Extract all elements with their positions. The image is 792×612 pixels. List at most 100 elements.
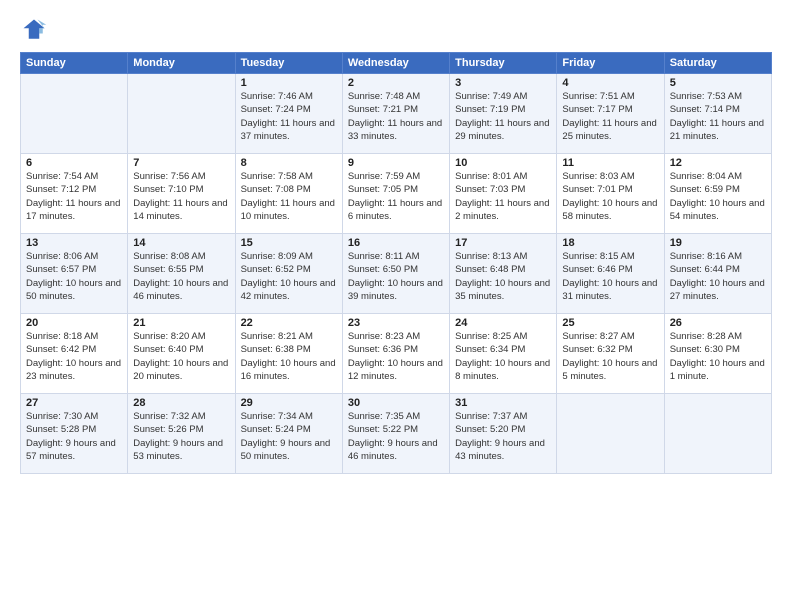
day-cell: 13Sunrise: 8:06 AMSunset: 6:57 PMDayligh… [21,234,128,314]
day-cell [128,74,235,154]
day-number: 14 [133,237,229,249]
day-number: 16 [348,237,444,249]
day-info: Sunrise: 8:13 AMSunset: 6:48 PMDaylight:… [455,250,551,303]
day-info: Sunrise: 8:04 AMSunset: 6:59 PMDaylight:… [670,170,766,223]
column-header-wednesday: Wednesday [342,53,449,74]
day-number: 22 [241,317,337,329]
day-number: 8 [241,157,337,169]
day-info: Sunrise: 7:32 AMSunset: 5:26 PMDaylight:… [133,410,229,463]
week-row-1: 1Sunrise: 7:46 AMSunset: 7:24 PMDaylight… [21,74,772,154]
day-cell: 27Sunrise: 7:30 AMSunset: 5:28 PMDayligh… [21,394,128,474]
day-number: 20 [26,317,122,329]
column-header-tuesday: Tuesday [235,53,342,74]
day-number: 18 [562,237,658,249]
day-number: 24 [455,317,551,329]
week-row-3: 13Sunrise: 8:06 AMSunset: 6:57 PMDayligh… [21,234,772,314]
week-row-5: 27Sunrise: 7:30 AMSunset: 5:28 PMDayligh… [21,394,772,474]
day-number: 21 [133,317,229,329]
day-cell: 22Sunrise: 8:21 AMSunset: 6:38 PMDayligh… [235,314,342,394]
day-cell [21,74,128,154]
day-cell [664,394,771,474]
day-cell: 20Sunrise: 8:18 AMSunset: 6:42 PMDayligh… [21,314,128,394]
day-info: Sunrise: 8:21 AMSunset: 6:38 PMDaylight:… [241,330,337,383]
day-info: Sunrise: 8:23 AMSunset: 6:36 PMDaylight:… [348,330,444,383]
day-cell: 19Sunrise: 8:16 AMSunset: 6:44 PMDayligh… [664,234,771,314]
day-info: Sunrise: 8:16 AMSunset: 6:44 PMDaylight:… [670,250,766,303]
day-info: Sunrise: 8:11 AMSunset: 6:50 PMDaylight:… [348,250,444,303]
day-info: Sunrise: 7:48 AMSunset: 7:21 PMDaylight:… [348,90,444,143]
day-number: 23 [348,317,444,329]
day-cell: 16Sunrise: 8:11 AMSunset: 6:50 PMDayligh… [342,234,449,314]
day-cell: 1Sunrise: 7:46 AMSunset: 7:24 PMDaylight… [235,74,342,154]
day-cell [557,394,664,474]
day-number: 13 [26,237,122,249]
day-number: 5 [670,77,766,89]
day-number: 7 [133,157,229,169]
day-cell: 14Sunrise: 8:08 AMSunset: 6:55 PMDayligh… [128,234,235,314]
day-cell: 8Sunrise: 7:58 AMSunset: 7:08 PMDaylight… [235,154,342,234]
day-cell: 7Sunrise: 7:56 AMSunset: 7:10 PMDaylight… [128,154,235,234]
day-info: Sunrise: 8:01 AMSunset: 7:03 PMDaylight:… [455,170,551,223]
day-cell: 21Sunrise: 8:20 AMSunset: 6:40 PMDayligh… [128,314,235,394]
day-number: 31 [455,397,551,409]
day-number: 25 [562,317,658,329]
day-info: Sunrise: 8:28 AMSunset: 6:30 PMDaylight:… [670,330,766,383]
day-cell: 28Sunrise: 7:32 AMSunset: 5:26 PMDayligh… [128,394,235,474]
day-number: 26 [670,317,766,329]
day-cell: 3Sunrise: 7:49 AMSunset: 7:19 PMDaylight… [450,74,557,154]
header [20,16,772,44]
day-info: Sunrise: 7:56 AMSunset: 7:10 PMDaylight:… [133,170,229,223]
day-info: Sunrise: 8:27 AMSunset: 6:32 PMDaylight:… [562,330,658,383]
column-header-saturday: Saturday [664,53,771,74]
day-cell: 15Sunrise: 8:09 AMSunset: 6:52 PMDayligh… [235,234,342,314]
day-number: 11 [562,157,658,169]
day-cell: 12Sunrise: 8:04 AMSunset: 6:59 PMDayligh… [664,154,771,234]
day-info: Sunrise: 8:18 AMSunset: 6:42 PMDaylight:… [26,330,122,383]
day-info: Sunrise: 7:49 AMSunset: 7:19 PMDaylight:… [455,90,551,143]
column-header-monday: Monday [128,53,235,74]
day-info: Sunrise: 8:06 AMSunset: 6:57 PMDaylight:… [26,250,122,303]
day-number: 9 [348,157,444,169]
week-row-4: 20Sunrise: 8:18 AMSunset: 6:42 PMDayligh… [21,314,772,394]
day-info: Sunrise: 7:58 AMSunset: 7:08 PMDaylight:… [241,170,337,223]
day-info: Sunrise: 8:20 AMSunset: 6:40 PMDaylight:… [133,330,229,383]
day-info: Sunrise: 7:37 AMSunset: 5:20 PMDaylight:… [455,410,551,463]
day-number: 10 [455,157,551,169]
day-number: 30 [348,397,444,409]
day-number: 17 [455,237,551,249]
day-cell: 18Sunrise: 8:15 AMSunset: 6:46 PMDayligh… [557,234,664,314]
week-row-2: 6Sunrise: 7:54 AMSunset: 7:12 PMDaylight… [21,154,772,234]
day-cell: 26Sunrise: 8:28 AMSunset: 6:30 PMDayligh… [664,314,771,394]
day-number: 6 [26,157,122,169]
day-cell: 17Sunrise: 8:13 AMSunset: 6:48 PMDayligh… [450,234,557,314]
day-number: 3 [455,77,551,89]
day-info: Sunrise: 8:08 AMSunset: 6:55 PMDaylight:… [133,250,229,303]
day-cell: 5Sunrise: 7:53 AMSunset: 7:14 PMDaylight… [664,74,771,154]
day-cell: 10Sunrise: 8:01 AMSunset: 7:03 PMDayligh… [450,154,557,234]
day-info: Sunrise: 7:53 AMSunset: 7:14 PMDaylight:… [670,90,766,143]
day-cell: 30Sunrise: 7:35 AMSunset: 5:22 PMDayligh… [342,394,449,474]
day-info: Sunrise: 8:15 AMSunset: 6:46 PMDaylight:… [562,250,658,303]
day-number: 29 [241,397,337,409]
day-info: Sunrise: 7:30 AMSunset: 5:28 PMDaylight:… [26,410,122,463]
day-info: Sunrise: 7:51 AMSunset: 7:17 PMDaylight:… [562,90,658,143]
column-header-sunday: Sunday [21,53,128,74]
day-number: 28 [133,397,229,409]
day-cell: 31Sunrise: 7:37 AMSunset: 5:20 PMDayligh… [450,394,557,474]
day-cell: 6Sunrise: 7:54 AMSunset: 7:12 PMDaylight… [21,154,128,234]
day-number: 27 [26,397,122,409]
day-info: Sunrise: 8:25 AMSunset: 6:34 PMDaylight:… [455,330,551,383]
day-cell: 4Sunrise: 7:51 AMSunset: 7:17 PMDaylight… [557,74,664,154]
day-cell: 23Sunrise: 8:23 AMSunset: 6:36 PMDayligh… [342,314,449,394]
day-info: Sunrise: 7:54 AMSunset: 7:12 PMDaylight:… [26,170,122,223]
day-number: 15 [241,237,337,249]
calendar-table: SundayMondayTuesdayWednesdayThursdayFrid… [20,52,772,474]
day-info: Sunrise: 8:03 AMSunset: 7:01 PMDaylight:… [562,170,658,223]
logo-icon [20,16,48,44]
day-info: Sunrise: 8:09 AMSunset: 6:52 PMDaylight:… [241,250,337,303]
day-info: Sunrise: 7:35 AMSunset: 5:22 PMDaylight:… [348,410,444,463]
column-header-friday: Friday [557,53,664,74]
day-number: 4 [562,77,658,89]
day-number: 12 [670,157,766,169]
day-info: Sunrise: 7:46 AMSunset: 7:24 PMDaylight:… [241,90,337,143]
